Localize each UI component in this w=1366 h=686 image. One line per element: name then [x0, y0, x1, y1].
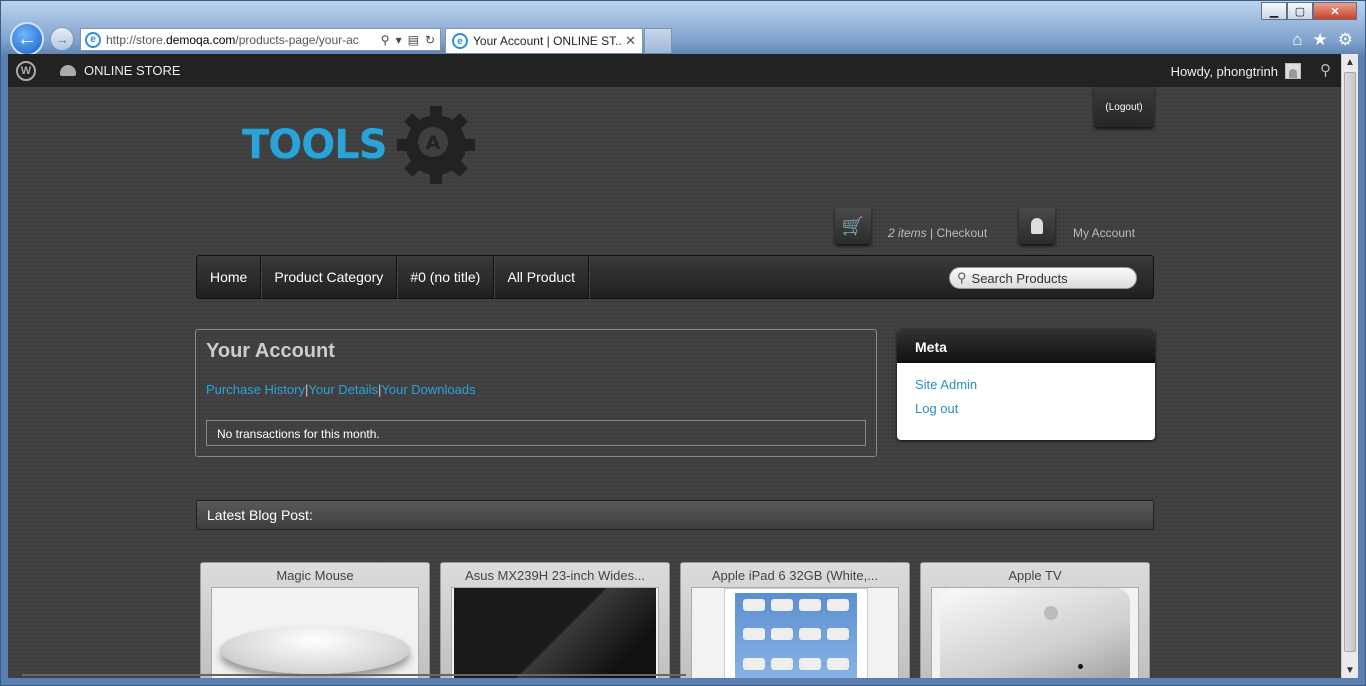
- vertical-scrollbar[interactable]: ▲ ▼: [1341, 54, 1358, 678]
- nav-all-product[interactable]: All Product: [494, 256, 590, 298]
- tab-title: Your Account | ONLINE ST...: [473, 34, 622, 48]
- maximize-button[interactable]: ▢: [1287, 2, 1313, 20]
- your-downloads-link[interactable]: Your Downloads: [381, 382, 475, 397]
- cart-summary[interactable]: 2 items | Checkout: [888, 226, 987, 240]
- compatibility-icon[interactable]: ▤: [408, 33, 419, 47]
- product-card-apple-tv[interactable]: Apple TV: [920, 562, 1150, 678]
- nav-home[interactable]: Home: [197, 256, 262, 298]
- window-controls: ▁ ▢ ✕: [1261, 2, 1357, 20]
- product-card-magic-mouse[interactable]: Magic Mouse: [200, 562, 430, 678]
- logout-link[interactable]: (Logout): [1094, 87, 1154, 127]
- site-logo[interactable]: TOOLS A: [242, 100, 481, 190]
- product-title[interactable]: Apple TV: [921, 563, 1149, 583]
- divider: [22, 674, 686, 676]
- forward-button[interactable]: →: [50, 27, 74, 51]
- svg-text:A: A: [425, 132, 440, 154]
- search-icon[interactable]: ⚲: [1320, 61, 1331, 79]
- account-icon[interactable]: [1019, 208, 1055, 244]
- transactions-notice: No transactions for this month.: [206, 420, 866, 446]
- gear-logo-icon: A: [391, 100, 481, 190]
- page-title: Your Account: [206, 340, 335, 362]
- ie-icon: e: [85, 31, 101, 48]
- meta-widget: Meta Site Admin Log out: [897, 329, 1155, 440]
- user-menu[interactable]: Howdy, phongtrinh: [1171, 63, 1301, 79]
- close-window-button[interactable]: ✕: [1313, 2, 1357, 20]
- wordpress-logo-icon[interactable]: W: [16, 60, 36, 81]
- my-account-link[interactable]: My Account: [1073, 226, 1135, 240]
- search-placeholder: Search Products: [971, 270, 1068, 286]
- home-icon[interactable]: ⌂: [1292, 30, 1302, 50]
- dashboard-icon[interactable]: [60, 65, 76, 76]
- account-links: Purchase History|Your Details|Your Downl…: [206, 382, 476, 397]
- site-name-link[interactable]: ONLINE STORE: [84, 63, 181, 78]
- product-image[interactable]: [451, 587, 659, 678]
- tab-close-icon[interactable]: ✕: [625, 33, 636, 49]
- product-image[interactable]: [211, 587, 419, 678]
- log-out-link[interactable]: Log out: [897, 401, 1155, 416]
- minimize-button[interactable]: ▁: [1261, 2, 1287, 20]
- product-title[interactable]: Apple iPad 6 32GB (White,...: [681, 563, 909, 583]
- checkout-link[interactable]: Checkout: [936, 226, 987, 240]
- nav-product-category[interactable]: Product Category: [261, 256, 398, 298]
- logo-text: TOOLS: [242, 122, 388, 168]
- back-button[interactable]: ←: [10, 22, 44, 56]
- meta-title: Meta: [897, 329, 1155, 363]
- favorites-star-icon[interactable]: ★: [1313, 30, 1328, 50]
- search-icon[interactable]: ⚲: [381, 33, 390, 47]
- product-card-asus-monitor[interactable]: Asus MX239H 23-inch Wides...: [440, 562, 670, 678]
- new-tab-button[interactable]: [644, 28, 672, 53]
- ie-icon: e: [452, 33, 468, 49]
- dropdown-arrow-icon[interactable]: ▾: [396, 33, 402, 47]
- product-image[interactable]: [691, 587, 899, 678]
- refresh-icon[interactable]: ↻: [425, 33, 435, 47]
- tab-your-account[interactable]: e Your Account | ONLINE ST... ✕: [445, 28, 643, 53]
- avatar[interactable]: [1285, 63, 1301, 79]
- your-details-link[interactable]: Your Details: [308, 382, 378, 397]
- product-title[interactable]: Asus MX239H 23-inch Wides...: [441, 563, 669, 583]
- site-admin-link[interactable]: Site Admin: [897, 377, 1155, 392]
- nav-no-title[interactable]: #0 (no title): [397, 256, 495, 298]
- product-image[interactable]: [931, 587, 1139, 678]
- scroll-down-icon[interactable]: ▼: [1342, 662, 1358, 678]
- search-products-input[interactable]: ⚲ Search Products: [949, 267, 1137, 289]
- main-navigation: Home Product Category #0 (no title) All …: [196, 255, 1154, 299]
- scrollbar-thumb[interactable]: [1344, 72, 1356, 652]
- wp-admin-bar: W ONLINE STORE Howdy, phongtrinh ⚲: [8, 54, 1341, 87]
- cart-count[interactable]: 2 items: [888, 226, 927, 240]
- address-bar[interactable]: e http://store.demoqa.com/products-page/…: [80, 28, 441, 51]
- howdy-text[interactable]: Howdy, phongtrinh: [1171, 64, 1278, 79]
- scroll-up-icon[interactable]: ▲: [1342, 54, 1358, 70]
- product-title[interactable]: Magic Mouse: [201, 563, 429, 583]
- product-card-apple-ipad[interactable]: Apple iPad 6 32GB (White,...: [680, 562, 910, 678]
- page-viewport: W ONLINE STORE Howdy, phongtrinh ⚲ TOOLS: [8, 54, 1341, 678]
- address-url[interactable]: http://store.demoqa.com/products-page/yo…: [106, 33, 376, 47]
- cart-separator: |: [926, 226, 937, 240]
- account-panel: Your Account Purchase History|Your Detai…: [195, 329, 877, 457]
- tools-gear-icon[interactable]: ⚙: [1338, 30, 1353, 50]
- latest-blog-post-header: Latest Blog Post:: [196, 500, 1154, 530]
- purchase-history-link[interactable]: Purchase History: [206, 382, 305, 397]
- search-icon: ⚲: [957, 270, 967, 285]
- cart-icon[interactable]: 🛒: [835, 208, 871, 244]
